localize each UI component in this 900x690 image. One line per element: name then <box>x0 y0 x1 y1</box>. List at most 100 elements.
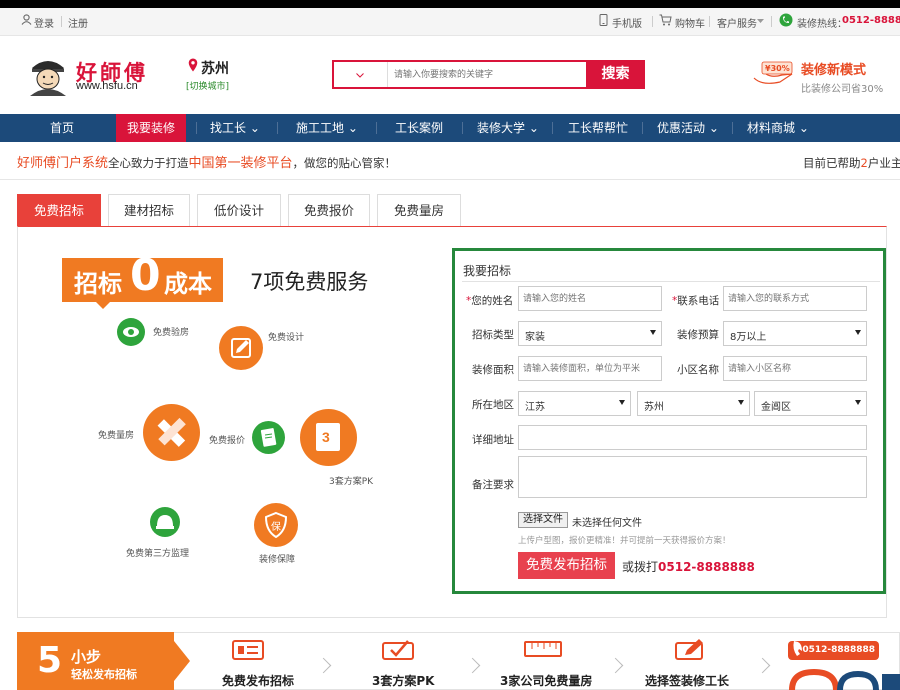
nav-item-cases[interactable]: 工长案例 <box>386 114 452 142</box>
area-label: 装修面积 <box>472 364 514 376</box>
name-field[interactable] <box>518 286 662 311</box>
budget-select[interactable]: 8万以上 <box>723 321 867 346</box>
call-text: 或拨打0512-8888888 <box>622 558 755 575</box>
switch-city-link[interactable]: [切换城市] <box>186 79 229 92</box>
nav-item-label: 找工长 <box>210 121 247 135</box>
area-field[interactable] <box>518 356 662 381</box>
logo-mascot-icon <box>30 61 66 96</box>
dropdown-arrow-icon <box>650 330 656 335</box>
nav-item-sites[interactable]: 施工工地 ⌄ <box>288 114 366 142</box>
divider <box>61 16 62 27</box>
district-select[interactable]: 金阊区 <box>754 391 867 416</box>
nav-item-find-foreman[interactable]: 找工长 ⌄ <box>204 114 266 142</box>
document-icon <box>252 421 285 454</box>
steps-badge: 5 小步 轻松发布招标 <box>17 632 174 690</box>
phone-field[interactable] <box>723 286 867 311</box>
login-link[interactable]: 登录 <box>34 15 54 30</box>
zero-cost-badge: 招标 0 成本 <box>62 250 223 302</box>
tab-free-bidding[interactable]: 免费招标 <box>17 194 101 227</box>
register-link[interactable]: 注册 <box>68 15 88 30</box>
choose-file-button[interactable]: 选择文件 <box>518 512 568 528</box>
file-status: 未选择任何文件 <box>572 518 642 529</box>
main-nav: 首页 我要装修 找工长 ⌄ 施工工地 ⌄ 工长案例 装修大学 ⌄ 工长帮帮忙 优… <box>0 114 900 142</box>
user-icon <box>21 14 32 25</box>
step-label: 3套方案PK <box>372 674 435 688</box>
slogan-brand: 好师傅门户系统 <box>17 156 109 171</box>
helped-counter: 目前已帮助2户业主 <box>803 155 900 171</box>
service-label: 免费报价 <box>209 436 246 446</box>
tab-material-bidding[interactable]: 建材招标 <box>108 194 190 227</box>
steps-title: 小步 <box>71 648 102 666</box>
phone-label-text: 联系电话 <box>677 295 720 307</box>
divider <box>0 179 900 180</box>
service-label: 免费第三方监理 <box>126 549 190 559</box>
nav-item-renovate[interactable]: 我要装修 <box>116 114 186 142</box>
svg-text:3: 3 <box>322 429 330 445</box>
cart-link[interactable]: 购物车 <box>675 15 705 30</box>
step-label: 免费发布招标 <box>222 674 295 688</box>
nav-item-home[interactable]: 首页 <box>30 114 94 142</box>
service-label: 3套方案PK <box>329 477 374 487</box>
nav-item-mall[interactable]: 材料商城 ⌄ <box>740 114 816 142</box>
tab-low-cost-design[interactable]: 低价设计 <box>197 194 281 227</box>
remark-field[interactable] <box>518 456 867 498</box>
nav-item-label: 优惠活动 <box>657 121 706 135</box>
call-number: 0512-8888888 <box>658 560 755 574</box>
steps-subtitle: 轻松发布招标 <box>71 668 137 681</box>
helmet-icon <box>150 507 180 537</box>
province-value: 江苏 <box>525 402 545 413</box>
divider <box>732 122 733 134</box>
province-select[interactable]: 江苏 <box>518 391 631 416</box>
chevron-down-icon <box>356 73 364 78</box>
badge-text: 成本 <box>164 270 212 298</box>
cart-icon <box>659 14 672 26</box>
form-icon <box>232 640 264 660</box>
nav-item-help[interactable]: 工长帮帮忙 <box>560 114 636 142</box>
type-value: 家装 <box>525 332 545 343</box>
search-input[interactable] <box>390 62 584 87</box>
call-prefix: 或拨打 <box>622 560 659 574</box>
remark-label: 备注要求 <box>472 479 514 491</box>
slogan-highlight: 中国第一装修平台 <box>188 156 293 171</box>
promo-title: 装修新模式 <box>801 63 867 78</box>
name-label: *您的姓名 <box>466 293 513 308</box>
submit-bid-button[interactable]: 免费发布招标 <box>518 552 615 579</box>
steps-number: 5 <box>37 640 63 681</box>
service-label: 免费量房 <box>98 431 135 441</box>
chevron-down-icon: ⌄ <box>708 121 719 135</box>
logo-url: www.hsfu.cn <box>76 80 138 92</box>
dropdown-arrow-icon <box>855 400 861 405</box>
divider <box>277 122 278 134</box>
form-title: 我要招标 <box>463 264 512 278</box>
phone-icon <box>793 641 802 656</box>
nav-item-label: 装修大学 <box>477 121 526 135</box>
community-label: 小区名称 <box>677 364 719 376</box>
mobile-link[interactable]: 手机版 <box>612 15 642 30</box>
search-button[interactable]: 搜索 <box>586 60 645 89</box>
slogan-text: 全心致力于打造 <box>108 156 189 170</box>
chevron-down-icon: ⌄ <box>347 121 358 135</box>
service-label: 装修保障 <box>259 555 296 565</box>
promo-badge: ¥30% <box>765 64 790 73</box>
check-icon <box>382 640 414 660</box>
helped-number: 2 <box>860 156 868 170</box>
service-label: 免费设计 <box>268 333 305 343</box>
nav-item-university[interactable]: 装修大学 ⌄ <box>472 114 544 142</box>
nav-item-promotions[interactable]: 优惠活动 ⌄ <box>650 114 726 142</box>
divider <box>709 16 710 27</box>
divider <box>652 16 653 27</box>
dropdown-arrow-icon <box>738 400 744 405</box>
tab-free-quote[interactable]: 免费报价 <box>288 194 370 227</box>
search-category-select[interactable] <box>334 62 388 87</box>
customer-service-menu[interactable]: 客户服务 <box>717 15 757 30</box>
type-select[interactable]: 家装 <box>518 321 662 346</box>
services-title: 7项免费服务 <box>250 270 369 294</box>
region-label: 所在地区 <box>472 399 514 411</box>
district-value: 金阊区 <box>761 402 791 413</box>
address-field[interactable] <box>518 425 867 450</box>
community-field[interactable] <box>723 356 867 381</box>
pencil-icon <box>675 639 703 660</box>
city-select[interactable]: 苏州 <box>637 391 750 416</box>
phone-icon <box>599 14 608 26</box>
tab-free-measure[interactable]: 免费量房 <box>377 194 461 227</box>
